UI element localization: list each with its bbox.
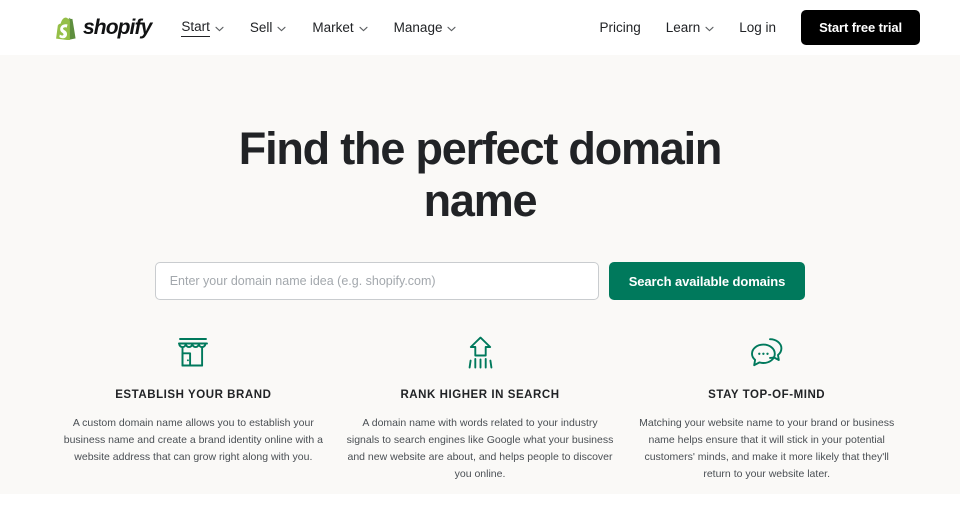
primary-nav: Start Sell Market Manage: [181, 17, 457, 39]
shopify-logo[interactable]: shopify: [56, 15, 152, 40]
feature-title: RANK HIGHER IN SEARCH: [400, 389, 560, 401]
nav-item-sell-label: Sell: [249, 20, 273, 35]
nav-item-manage-label: Manage: [393, 20, 443, 35]
feature-body: Matching your website name to your brand…: [639, 417, 895, 480]
nav-item-manage[interactable]: Manage: [394, 18, 457, 37]
nav-item-start[interactable]: Start: [181, 17, 224, 39]
feature-establish-brand: ESTABLISH YOUR BRAND A custom domain nam…: [50, 335, 337, 483]
start-free-trial-button[interactable]: Start free trial: [801, 10, 920, 45]
feature-title: STAY TOP-OF-MIND: [708, 389, 826, 401]
chat-bubbles-icon: [631, 335, 902, 369]
nav-item-market-label: Market: [312, 20, 354, 35]
feature-title: ESTABLISH YOUR BRAND: [115, 389, 272, 401]
secondary-nav: Pricing Learn Log in Start free trial: [599, 10, 920, 45]
nav-item-pricing[interactable]: Pricing: [599, 18, 640, 37]
domain-search-form: Search available domains: [0, 262, 960, 300]
chevron-down-icon: [277, 20, 286, 35]
feature-stay-top-of-mind: STAY TOP-OF-MIND Matching your website n…: [623, 335, 910, 483]
nav-item-login-label: Log in: [739, 20, 777, 35]
chevron-down-icon: [215, 20, 224, 35]
nav-item-learn[interactable]: Learn: [666, 18, 715, 37]
nav-item-pricing-label: Pricing: [599, 20, 641, 35]
site-header: shopify Start Sell Market Manage Pricing…: [0, 0, 960, 55]
domain-search-input[interactable]: [154, 262, 599, 300]
shopify-bag-icon: [56, 15, 78, 40]
search-available-domains-button[interactable]: Search available domains: [608, 262, 806, 300]
nav-item-start-label: Start: [181, 19, 210, 37]
feature-list: ESTABLISH YOUR BRAND A custom domain nam…: [0, 335, 960, 483]
storefront-icon: [58, 335, 329, 369]
page-title: Find the perfect domain name: [238, 123, 723, 226]
nav-item-learn-label: Learn: [665, 20, 701, 35]
chevron-down-icon: [359, 20, 368, 35]
chevron-down-icon: [705, 20, 714, 35]
page-root: shopify Start Sell Market Manage Pricing…: [0, 0, 960, 507]
upward-arrow-icon: [345, 335, 616, 369]
feature-body: A domain name with words related to your…: [346, 417, 614, 480]
hero-section: Find the perfect domain name Search avai…: [0, 55, 960, 494]
nav-item-sell[interactable]: Sell: [250, 18, 287, 37]
shopify-wordmark: shopify: [83, 15, 152, 39]
feature-body: A custom domain name allows you to estab…: [63, 417, 323, 463]
nav-item-market[interactable]: Market: [312, 18, 368, 37]
feature-rank-higher: RANK HIGHER IN SEARCH A domain name with…: [337, 335, 624, 483]
nav-item-login[interactable]: Log in: [739, 18, 776, 37]
chevron-down-icon: [447, 20, 457, 35]
